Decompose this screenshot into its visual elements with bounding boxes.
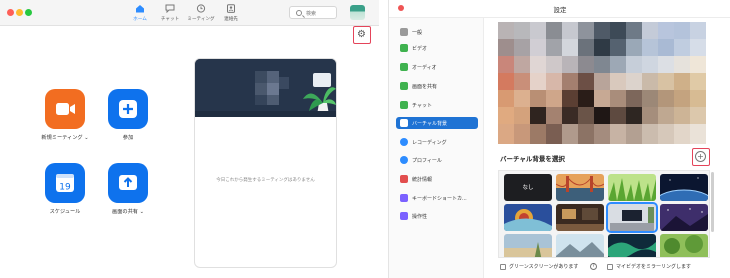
title-bar: ホーム チャット ミーティング 連絡先 検索 [0, 0, 379, 26]
sidebar-item-video[interactable]: ビデオ [396, 42, 478, 54]
sidebar-item-label: ビデオ [412, 46, 428, 52]
sidebar-item-label: キーボードショートカ... [412, 196, 467, 202]
sidebar-item-label: 統計情報 [412, 177, 433, 183]
record-icon [400, 138, 408, 146]
settings-title-bar: 設定 [389, 0, 730, 18]
background-room-thumbnail[interactable] [556, 204, 604, 231]
background-golden-gate-thumbnail[interactable] [556, 174, 604, 201]
settings-sidebar: 一般 ビデオ オーディオ 画面を共有 チャット バーチャル背景 レコーディング … [389, 18, 484, 278]
clock-icon [196, 4, 206, 13]
upcoming-meetings-card: 今日これから発生するミーティングはありません [194, 58, 337, 268]
tab-contacts[interactable]: 連絡先 [211, 2, 251, 26]
search-input[interactable]: 検索 [289, 6, 337, 19]
video-camera-icon [56, 103, 75, 115]
sidebar-item-label: チャット [412, 103, 432, 109]
share-screen-icon [400, 82, 408, 90]
zoom-window-button[interactable] [25, 9, 32, 16]
mirror-video-checkbox[interactable]: マイビデオをミラーリングします [607, 263, 691, 270]
none-label: なし [522, 185, 534, 191]
background-none-thumbnail[interactable]: なし [504, 174, 552, 201]
mirror-video-label: マイビデオをミラーリングします [616, 264, 692, 270]
keyboard-icon [400, 194, 408, 202]
sidebar-item-label: オーディオ [412, 65, 437, 71]
add-background-button[interactable]: + [692, 148, 710, 166]
plus-icon: + [695, 151, 706, 162]
background-starry-thumbnail[interactable] [660, 204, 708, 231]
chat-icon [165, 4, 175, 13]
sidebar-item-keyboard-shortcuts[interactable]: キーボードショートカ... [396, 192, 478, 204]
background-nature-thumbnail[interactable] [660, 234, 708, 257]
thumbnail-scrollbar[interactable] [711, 172, 714, 232]
sidebar-item-label: レコーディング [412, 140, 447, 146]
sidebar-item-general[interactable]: 一般 [396, 26, 478, 38]
sidebar-item-label: プロフィール [412, 158, 442, 164]
sidebar-item-profile[interactable]: プロフィール [396, 154, 478, 166]
sidebar-item-chat[interactable]: チャット [396, 99, 478, 111]
avatar[interactable] [350, 5, 365, 20]
minimize-window-button[interactable] [16, 9, 23, 16]
search-placeholder: 検索 [306, 11, 317, 17]
sidebar-item-label: 一般 [412, 30, 423, 36]
zoom-main-window: ホーム チャット ミーティング 連絡先 検索 ⚙ 新規ミーティング ⌄ 参加 1… [0, 0, 379, 278]
sidebar-item-label: 画面を共有 [412, 84, 438, 90]
settings-button[interactable]: ⚙ [353, 26, 371, 44]
new-meeting-button[interactable] [45, 89, 85, 129]
background-office-thumbnail-selected[interactable] [606, 202, 658, 233]
card-header-image [195, 59, 336, 117]
sidebar-item-virtual-background[interactable]: バーチャル背景 [396, 117, 478, 129]
profile-icon [400, 156, 408, 164]
plus-icon [119, 100, 137, 118]
calendar-day: 19 [59, 183, 71, 193]
background-beach-thumbnail[interactable] [504, 234, 552, 257]
sidebar-item-statistics[interactable]: 統計情報 [396, 173, 478, 185]
video-icon [400, 44, 408, 52]
settings-title: 設定 [553, 6, 567, 14]
background-thumbnail-grid: なし [498, 170, 710, 258]
sidebar-item-accessibility[interactable]: 操作性 [396, 210, 478, 222]
join-button[interactable] [108, 89, 148, 129]
gear-icon: ⚙ [357, 29, 366, 40]
video-preview [498, 22, 706, 144]
virtual-background-icon [400, 119, 408, 127]
green-screen-checkbox[interactable]: グリーンスクリーンがあります [500, 263, 578, 270]
mirror-video-checkbox-box[interactable] [607, 263, 613, 270]
statistics-icon [400, 175, 408, 183]
contacts-icon [227, 4, 235, 13]
close-window-button[interactable] [7, 9, 14, 16]
sidebar-item-label: 操作性 [412, 214, 428, 220]
share-screen-label: 画面の共有 ⌄ [112, 209, 144, 215]
help-icon[interactable]: ? [590, 263, 597, 270]
gear-icon [400, 28, 408, 36]
green-screen-checkbox-box[interactable] [500, 263, 506, 270]
background-mountain-thumbnail[interactable] [556, 234, 604, 257]
background-grass-thumbnail[interactable] [608, 174, 656, 201]
green-screen-label: グリーンスクリーンがあります [509, 264, 579, 270]
schedule-button[interactable]: 19 [45, 163, 85, 203]
virtual-background-heading: バーチャル背景を選択 [500, 155, 565, 163]
calendar-icon: 19 [56, 174, 74, 193]
chat-icon [400, 101, 408, 109]
sidebar-item-label: バーチャル背景 [412, 121, 447, 127]
background-aurora-thumbnail[interactable] [608, 234, 656, 257]
join-label: 参加 [122, 135, 134, 141]
sidebar-item-audio[interactable]: オーディオ [396, 61, 478, 73]
home-icon [136, 5, 144, 13]
sidebar-item-share-screen[interactable]: 画面を共有 [396, 80, 478, 92]
background-art-thumbnail[interactable] [504, 204, 552, 231]
no-upcoming-meetings-text: 今日これから発生するミーティングはありません [216, 178, 315, 183]
search-icon [296, 10, 302, 16]
tab-contacts-label: 連絡先 [224, 17, 238, 22]
headphones-icon [400, 63, 408, 71]
accessibility-icon [400, 212, 408, 220]
share-screen-button[interactable] [108, 163, 148, 203]
sidebar-item-recording[interactable]: レコーディング [396, 136, 478, 148]
share-screen-icon [119, 175, 137, 190]
background-earth-thumbnail[interactable] [660, 174, 708, 201]
